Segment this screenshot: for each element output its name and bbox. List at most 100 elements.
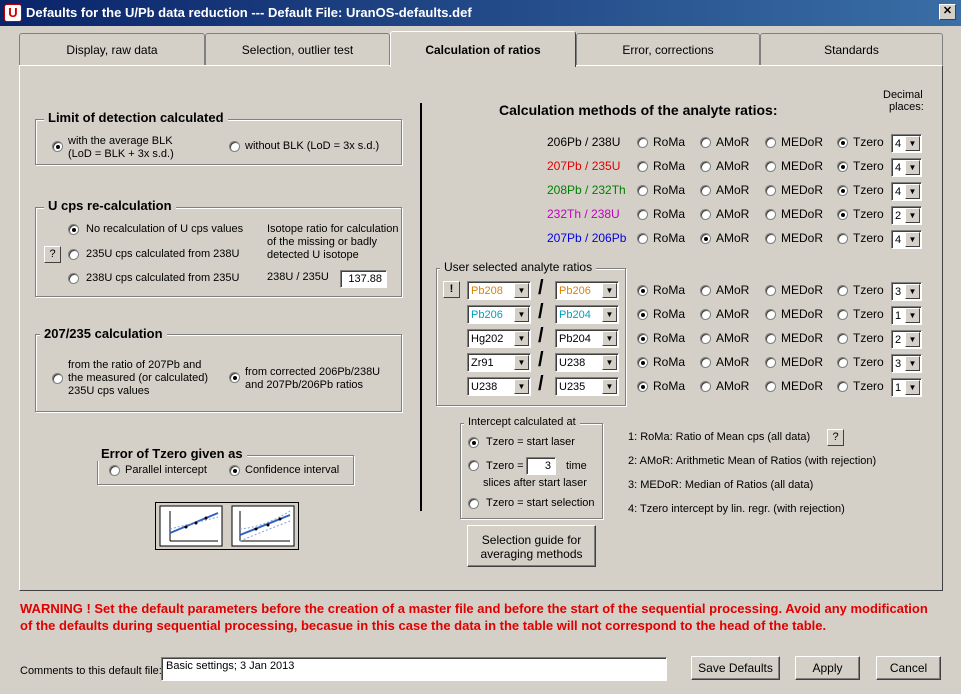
tab-selection-outlier-test[interactable]: Selection, outlier test — [205, 33, 390, 65]
decimals-dropdown[interactable]: 4 ▼ — [891, 158, 922, 177]
method-radio[interactable] — [837, 309, 848, 320]
method-radio[interactable] — [637, 357, 648, 368]
method-radio[interactable] — [637, 161, 648, 172]
chevron-down-icon[interactable]: ▼ — [602, 283, 617, 298]
numerator-dropdown[interactable]: Pb208 ▼ — [467, 281, 531, 300]
intercept-start-selection-radio[interactable] — [468, 498, 479, 509]
denominator-dropdown[interactable]: Pb204 ▼ — [555, 329, 619, 348]
user-ratios-info-button[interactable]: ! — [443, 281, 460, 298]
calc207-corrected-radio[interactable] — [229, 372, 240, 383]
method-radio[interactable] — [837, 137, 848, 148]
ucps-help-button[interactable]: ? — [44, 246, 61, 263]
method-radio[interactable] — [700, 185, 711, 196]
ucps-235-radio[interactable] — [68, 249, 79, 260]
method-radio[interactable] — [637, 233, 648, 244]
method-radio[interactable] — [637, 333, 648, 344]
calc207-ratio-radio[interactable] — [52, 373, 63, 384]
close-button[interactable]: ✕ — [939, 4, 956, 20]
method-radio[interactable] — [765, 137, 776, 148]
method-radio[interactable] — [700, 333, 711, 344]
chevron-down-icon[interactable]: ▼ — [602, 331, 617, 346]
chevron-down-icon[interactable]: ▼ — [602, 307, 617, 322]
numerator-dropdown[interactable]: Zr91 ▼ — [467, 353, 531, 372]
intercept-start-laser-radio[interactable] — [468, 437, 479, 448]
decimals-dropdown[interactable]: 2 ▼ — [891, 206, 922, 225]
denominator-dropdown[interactable]: Pb206 ▼ — [555, 281, 619, 300]
method-radio[interactable] — [765, 161, 776, 172]
iso-ratio-input[interactable]: 137.88 — [340, 270, 387, 288]
chevron-down-icon[interactable]: ▼ — [514, 283, 529, 298]
decimals-dropdown[interactable]: 1 ▼ — [891, 306, 922, 325]
chevron-down-icon[interactable]: ▼ — [905, 356, 920, 371]
method-radio[interactable] — [700, 285, 711, 296]
method-radio[interactable] — [765, 233, 776, 244]
numerator-dropdown[interactable]: U238 ▼ — [467, 377, 531, 396]
apply-button[interactable]: Apply — [795, 656, 860, 680]
method-radio[interactable] — [700, 381, 711, 392]
denominator-dropdown[interactable]: U238 ▼ — [555, 353, 619, 372]
method-radio[interactable] — [700, 357, 711, 368]
method-radio[interactable] — [837, 285, 848, 296]
method-radio[interactable] — [637, 381, 648, 392]
legend-help-button[interactable]: ? — [827, 429, 844, 446]
method-radio[interactable] — [700, 161, 711, 172]
method-radio[interactable] — [837, 185, 848, 196]
chevron-down-icon[interactable]: ▼ — [602, 355, 617, 370]
denominator-dropdown[interactable]: Pb204 ▼ — [555, 305, 619, 324]
method-radio[interactable] — [700, 209, 711, 220]
method-radio[interactable] — [765, 333, 776, 344]
selection-guide-button[interactable]: Selection guide for averaging methods — [467, 525, 596, 567]
numerator-dropdown[interactable]: Pb206 ▼ — [467, 305, 531, 324]
method-radio[interactable] — [837, 381, 848, 392]
decimals-dropdown[interactable]: 4 ▼ — [891, 182, 922, 201]
ucps-238-radio[interactable] — [68, 273, 79, 284]
method-radio[interactable] — [637, 209, 648, 220]
lod-without-blk-radio[interactable] — [229, 141, 240, 152]
method-radio[interactable] — [700, 309, 711, 320]
ucps-no-recalc-radio[interactable] — [68, 224, 79, 235]
chevron-down-icon[interactable]: ▼ — [905, 308, 920, 323]
method-radio[interactable] — [765, 381, 776, 392]
chevron-down-icon[interactable]: ▼ — [905, 184, 920, 199]
tzero-parallel-radio[interactable] — [109, 465, 120, 476]
chevron-down-icon[interactable]: ▼ — [514, 355, 529, 370]
decimals-dropdown[interactable]: 3 ▼ — [891, 282, 922, 301]
method-radio[interactable] — [700, 233, 711, 244]
decimals-dropdown[interactable]: 1 ▼ — [891, 378, 922, 397]
chevron-down-icon[interactable]: ▼ — [514, 331, 529, 346]
intercept-slices-input[interactable]: 3 — [526, 457, 556, 475]
method-radio[interactable] — [837, 357, 848, 368]
method-radio[interactable] — [765, 285, 776, 296]
numerator-dropdown[interactable]: Hg202 ▼ — [467, 329, 531, 348]
tab-calculation-of-ratios[interactable]: Calculation of ratios — [390, 31, 576, 67]
chevron-down-icon[interactable]: ▼ — [905, 208, 920, 223]
method-radio[interactable] — [765, 309, 776, 320]
tab-standards[interactable]: Standards — [760, 33, 943, 65]
chevron-down-icon[interactable]: ▼ — [905, 160, 920, 175]
decimals-dropdown[interactable]: 4 ▼ — [891, 134, 922, 153]
decimals-dropdown[interactable]: 4 ▼ — [891, 230, 922, 249]
method-radio[interactable] — [637, 309, 648, 320]
method-radio[interactable] — [837, 209, 848, 220]
chevron-down-icon[interactable]: ▼ — [905, 136, 920, 151]
chevron-down-icon[interactable]: ▼ — [514, 379, 529, 394]
tab-error-corrections[interactable]: Error, corrections — [576, 33, 760, 65]
denominator-dropdown[interactable]: U235 ▼ — [555, 377, 619, 396]
chevron-down-icon[interactable]: ▼ — [514, 307, 529, 322]
method-radio[interactable] — [765, 357, 776, 368]
method-radio[interactable] — [837, 161, 848, 172]
chevron-down-icon[interactable]: ▼ — [905, 332, 920, 347]
chevron-down-icon[interactable]: ▼ — [905, 232, 920, 247]
chevron-down-icon[interactable]: ▼ — [905, 380, 920, 395]
method-radio[interactable] — [700, 137, 711, 148]
tab-display-raw-data[interactable]: Display, raw data — [19, 33, 205, 65]
chevron-down-icon[interactable]: ▼ — [602, 379, 617, 394]
cancel-button[interactable]: Cancel — [876, 656, 941, 680]
method-radio[interactable] — [837, 333, 848, 344]
tzero-error-illustration[interactable] — [155, 502, 299, 550]
decimals-dropdown[interactable]: 2 ▼ — [891, 330, 922, 349]
method-radio[interactable] — [637, 285, 648, 296]
comments-input[interactable]: Basic settings; 3 Jan 2013 — [161, 657, 667, 681]
method-radio[interactable] — [765, 185, 776, 196]
chevron-down-icon[interactable]: ▼ — [905, 284, 920, 299]
